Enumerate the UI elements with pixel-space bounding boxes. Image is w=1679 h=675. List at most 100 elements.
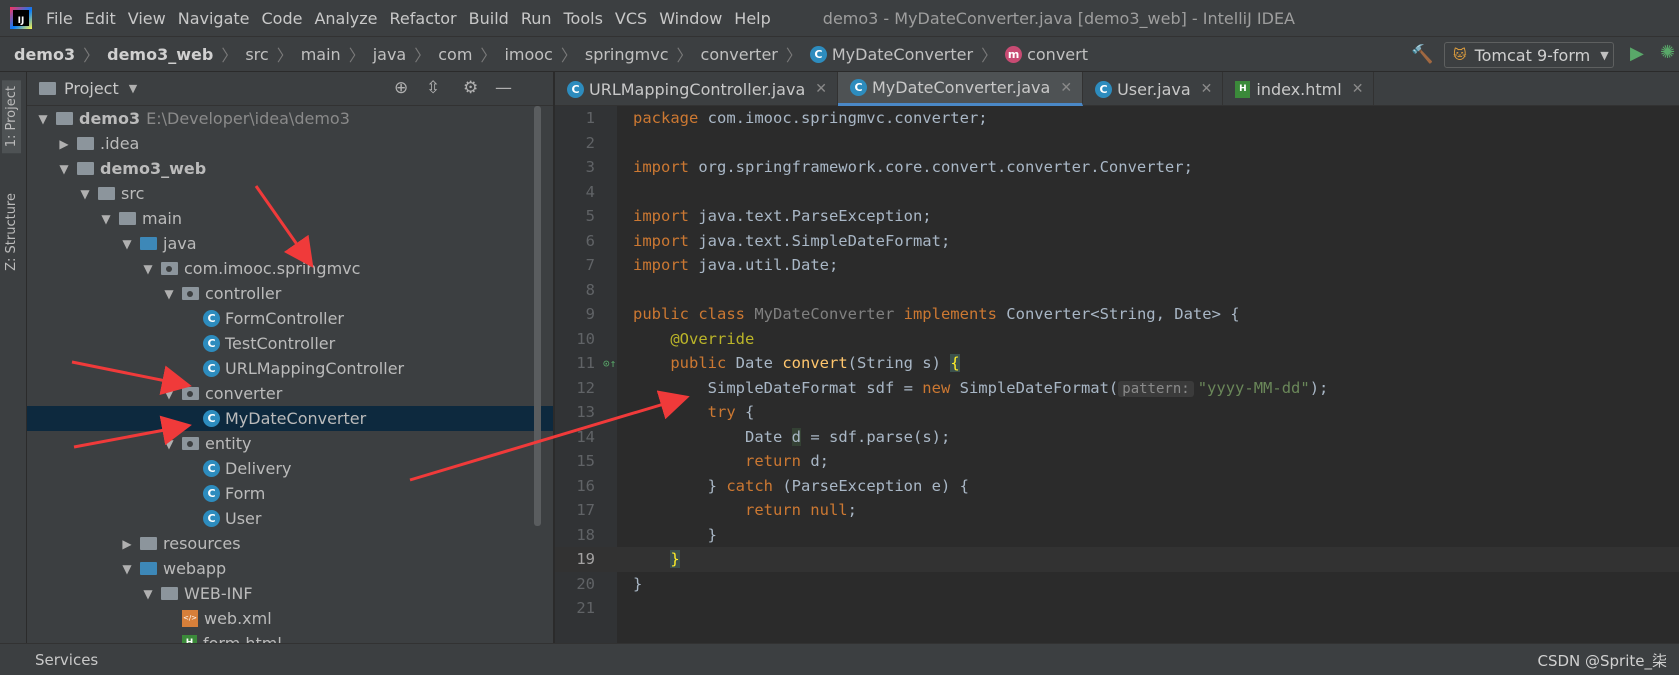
code-token: { <box>735 403 755 422</box>
tab-urlmappingcontroller[interactable]: C URLMappingController.java ✕ <box>555 72 838 106</box>
services-tool-tab[interactable]: Services <box>35 651 98 669</box>
tree-node[interactable]: ▼ webapp <box>27 556 553 581</box>
menu-analyze[interactable]: Analyze <box>314 9 377 28</box>
breadcrumb-springmvc[interactable]: springmvc <box>585 45 669 64</box>
folder-icon <box>98 187 115 200</box>
expand-arrow-icon[interactable]: ▼ <box>140 262 156 276</box>
tab-user[interactable]: C User.java ✕ <box>1083 72 1224 106</box>
folder-icon <box>77 137 94 150</box>
menu-navigate[interactable]: Navigate <box>178 9 250 28</box>
expand-arrow-icon[interactable]: ▼ <box>161 287 177 301</box>
breadcrumb-src[interactable]: src <box>245 45 268 64</box>
line-number: 10 <box>576 329 595 348</box>
code-token: org.springframework.core.convert.convert… <box>689 158 1193 177</box>
close-icon[interactable]: ✕ <box>815 81 827 97</box>
menu-build[interactable]: Build <box>469 9 509 28</box>
expand-arrow-icon[interactable]: ▼ <box>140 587 156 601</box>
expand-arrow-icon[interactable]: ▼ <box>98 212 114 226</box>
tree-node[interactable]: ▼ converter <box>27 381 553 406</box>
intellij-logo-icon: IJ <box>10 7 32 29</box>
expand-arrow-icon[interactable]: ▼ <box>77 187 93 201</box>
tree-node[interactable]: ▼ demo3_web <box>27 156 553 181</box>
tree-node-label: User <box>225 509 262 528</box>
menu-view[interactable]: View <box>128 9 166 28</box>
tree-node[interactable]: ▼ demo3 E:\Developer\idea\demo3 <box>27 106 553 131</box>
tree-node[interactable]: C URLMappingController <box>27 356 553 381</box>
tree-node[interactable]: ▼ entity <box>27 431 553 456</box>
tab-index-html[interactable]: H index.html ✕ <box>1223 72 1375 106</box>
locate-target-icon[interactable]: ⊕ <box>394 78 408 98</box>
window-title: demo3 - MyDateConverter.java [demo3_web]… <box>822 8 1295 28</box>
tool-tab-project[interactable]: 1: Project <box>2 80 21 154</box>
run-play-icon[interactable]: ▶ <box>1630 43 1644 64</box>
expand-arrow-icon[interactable]: ▼ <box>56 162 72 176</box>
debug-bug-icon[interactable]: ✺ <box>1660 42 1675 63</box>
line-number: 8 <box>585 280 595 299</box>
tree-node-label: MyDateConverter <box>225 409 367 428</box>
tree-node[interactable]: C MyDateConverter <box>27 406 553 431</box>
tab-mydateconverter[interactable]: C MyDateConverter.java ✕ <box>837 72 1084 106</box>
menu-window[interactable]: Window <box>659 9 722 28</box>
minimize-icon[interactable]: — <box>495 78 512 98</box>
tree-node[interactable]: C FormController <box>27 306 553 331</box>
menu-vcs[interactable]: VCS <box>615 9 647 28</box>
project-scrollbar[interactable] <box>534 106 541 526</box>
code-token: try <box>707 403 736 422</box>
menu-edit[interactable]: Edit <box>85 9 116 28</box>
breadcrumb-imooc[interactable]: imooc <box>504 45 552 64</box>
close-icon[interactable]: ✕ <box>1201 81 1213 97</box>
menu-tools[interactable]: Tools <box>564 9 603 28</box>
tree-node[interactable]: ▼ WEB-INF <box>27 581 553 606</box>
expand-arrow-icon[interactable]: ▼ <box>119 562 135 576</box>
collapse-all-icon[interactable]: ⇳ <box>426 78 440 98</box>
tree-node[interactable]: </> web.xml <box>27 606 553 631</box>
tree-node[interactable]: Hform.html <box>27 631 553 643</box>
override-gutter-icon[interactable]: ⊙↑ <box>603 357 616 370</box>
tree-node[interactable]: C User <box>27 506 553 531</box>
hammer-build-icon[interactable]: 🔨 <box>1411 44 1433 65</box>
breadcrumb-com[interactable]: com <box>438 45 472 64</box>
line-number: 3 <box>585 158 595 177</box>
tree-node[interactable]: C Delivery <box>27 456 553 481</box>
menu-file[interactable]: File <box>46 9 73 28</box>
code-token: java.text.SimpleDateFormat; <box>689 231 951 250</box>
menu-run[interactable]: Run <box>521 9 552 28</box>
tree-node[interactable]: C TestController <box>27 331 553 356</box>
breadcrumb-mydateconverter[interactable]: MyDateConverter <box>832 45 973 64</box>
expand-arrow-icon[interactable]: ▼ <box>161 437 177 451</box>
expand-arrow-icon[interactable]: ▼ <box>119 237 135 251</box>
collapse-arrow-icon[interactable]: ▶ <box>119 537 135 551</box>
breadcrumb-demo3[interactable]: demo3 <box>14 45 75 64</box>
menu-code[interactable]: Code <box>262 9 303 28</box>
expand-arrow-icon[interactable]: ▼ <box>161 387 177 401</box>
close-icon[interactable]: ✕ <box>1352 81 1364 97</box>
breadcrumb-java[interactable]: java <box>373 45 407 64</box>
menu-refactor[interactable]: Refactor <box>390 9 457 28</box>
code-token: java.text.ParseException; <box>689 207 932 226</box>
tree-node-path: E:\Developer\idea\demo3 <box>146 109 350 128</box>
run-configuration-select[interactable]: 🐱 Tomcat 9-form ▼ <box>1444 42 1614 68</box>
tree-node-label: URLMappingController <box>225 359 405 378</box>
tree-node[interactable]: ▼ main <box>27 206 553 231</box>
chevron-down-icon[interactable]: ▼ <box>129 82 137 95</box>
close-icon[interactable]: ✕ <box>1060 80 1072 96</box>
tree-node[interactable]: ▼ java <box>27 231 553 256</box>
tree-node[interactable]: ▼ com.imooc.springmvc <box>27 256 553 281</box>
project-view-label[interactable]: Project <box>64 79 119 98</box>
code-editor[interactable]: 1 package com.imooc.springmvc.converter; … <box>555 106 1679 643</box>
tree-node[interactable]: ▶ resources <box>27 531 553 556</box>
breadcrumb-converter[interactable]: converter <box>701 45 778 64</box>
expand-arrow-icon[interactable]: ▼ <box>35 112 51 126</box>
tree-node[interactable]: ▶ .idea <box>27 131 553 156</box>
code-line: 17 return null; <box>555 498 1679 523</box>
tree-node[interactable]: ▼ src <box>27 181 553 206</box>
gear-icon[interactable]: ⚙ <box>463 78 478 98</box>
breadcrumb-convert[interactable]: convert <box>1027 45 1088 64</box>
menu-help[interactable]: Help <box>734 9 770 28</box>
tree-node[interactable]: ▼ controller <box>27 281 553 306</box>
tree-node[interactable]: C Form <box>27 481 553 506</box>
breadcrumb-demo3-web[interactable]: demo3_web <box>107 45 213 64</box>
breadcrumb-main[interactable]: main <box>301 45 341 64</box>
tool-tab-structure[interactable]: Z: Structure <box>2 187 21 277</box>
collapse-arrow-icon[interactable]: ▶ <box>56 137 72 151</box>
